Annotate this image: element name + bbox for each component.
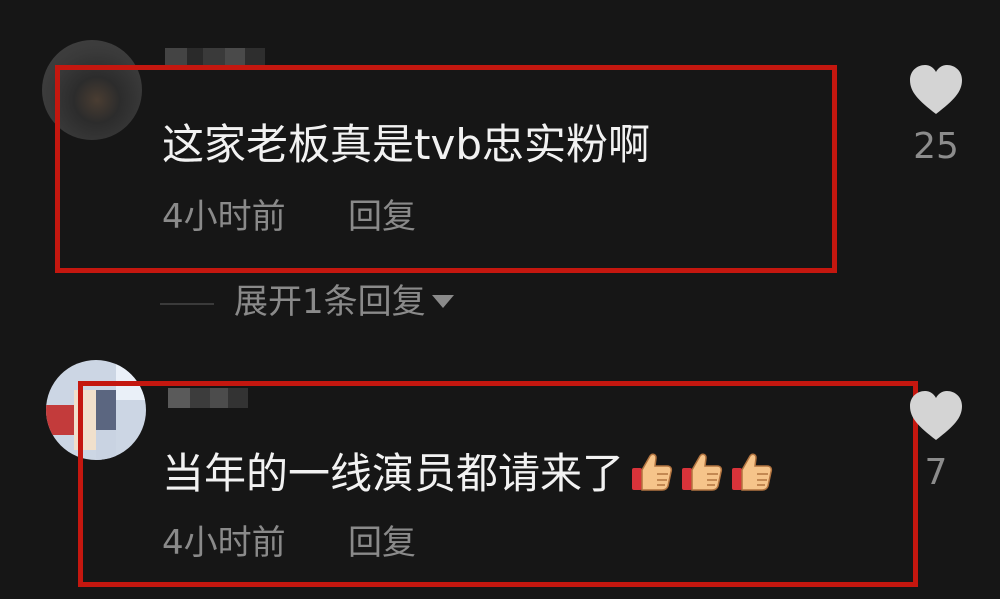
like-button[interactable]	[906, 388, 966, 448]
triangle-down-icon	[431, 295, 454, 308]
highlight-box	[78, 381, 918, 587]
like-button[interactable]	[906, 62, 966, 122]
divider	[160, 303, 214, 305]
like-count: 25	[913, 126, 959, 167]
highlight-box	[55, 65, 837, 273]
expand-replies-label: 展开1条回复	[234, 282, 426, 322]
like-count: 7	[924, 452, 948, 493]
expand-replies-button[interactable]: 展开1条回复	[234, 285, 454, 319]
heart-icon	[910, 391, 962, 440]
heart-icon	[910, 65, 962, 114]
